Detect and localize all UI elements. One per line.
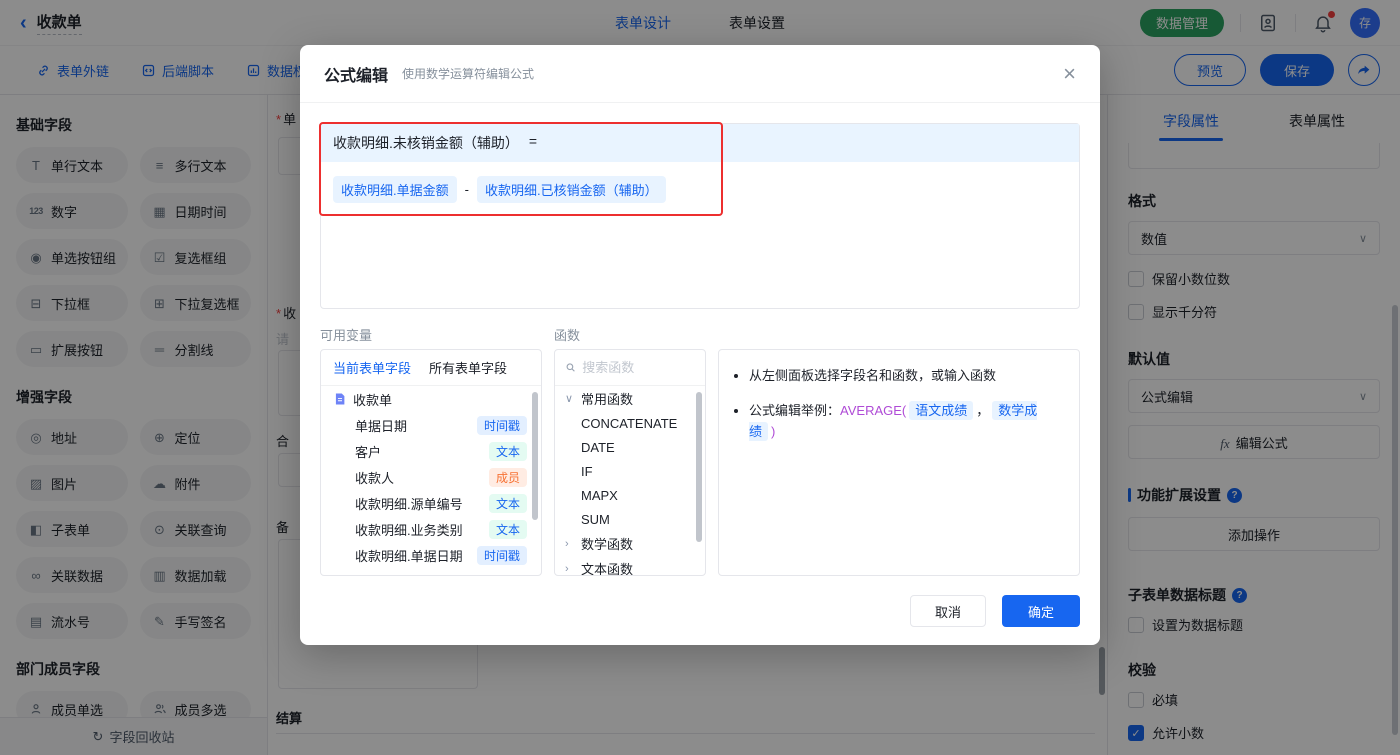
function-group-common[interactable]: ∨ 常用函数 [555,386,705,411]
function-group-math[interactable]: › 数学函数 [555,531,705,556]
modal-footer: 取消 确定 [909,595,1080,627]
type-badge-timestamp: 时间戳 [476,545,527,565]
variables-column: 可用变量 当前表单字段 所有表单字段 收款单 单据日期 时间戳 客户 文本 收款… [320,325,542,576]
modal-title: 公式编辑 [324,67,389,85]
function-item-if[interactable]: IF [555,459,705,483]
function-item-sum[interactable]: SUM [555,507,705,531]
functions-column: 函数 ∨ 常用函数 CONCATENATE DATE IF M [554,325,706,576]
formula-operator: - [464,182,469,197]
variable-row[interactable]: 收款明细.业务类别 文本 [321,516,541,542]
form-doc-icon [333,392,347,406]
functions-scrollbar[interactable] [696,392,702,542]
formula-edit-modal: 公式编辑 使用数学运算符编辑公式 × 收款明细.未核销金额（辅助） = 收款明细… [300,45,1100,645]
chevron-right-icon: › [565,562,569,575]
tab-current-form-fields[interactable]: 当前表单字段 [333,358,411,377]
function-item-mapx[interactable]: MAPX [555,483,705,507]
help-column: 从左侧面板选择字段名和函数，或输入函数 公式编辑举例：AVERAGE(语文成绩，… [718,325,1080,576]
type-badge-text: 文本 [488,493,527,513]
variable-row[interactable]: 收款人 成员 [321,464,541,490]
variable-row[interactable]: 收款明细.单据日期 时间戳 [321,542,541,568]
help-panel: 从左侧面板选择字段名和函数，或输入函数 公式编辑举例：AVERAGE(语文成绩，… [718,349,1080,576]
formula-equals: = [528,133,538,149]
variable-row[interactable]: 收款明细.源单编号 文本 [321,490,541,516]
example-function-open: AVERAGE( [840,402,907,418]
variable-tree-root[interactable]: 收款单 [321,386,541,412]
variables-tabs: 当前表单字段 所有表单字段 [321,350,541,386]
variables-scrollbar[interactable] [532,392,538,520]
chevron-down-icon: ∨ [565,393,574,405]
help-tip-2: 公式编辑举例：AVERAGE(语文成绩，数学成绩) [749,400,1063,443]
functions-label: 函数 [554,328,581,343]
type-badge-text: 文本 [488,441,527,461]
functions-panel: ∨ 常用函数 CONCATENATE DATE IF MAPX SUM › 数学… [554,349,706,576]
app-screen: ‹ 收款单 表单设计 表单设置 数据管理 存 表单外链 后端脚本 数据权限 预览… [0,0,1400,755]
help-tip-1: 从左侧面板选择字段名和函数，或输入函数 [749,366,1063,387]
search-icon [566,363,575,372]
type-badge-member: 成员 [488,467,527,487]
modal-header: 公式编辑 使用数学运算符编辑公式 × [300,45,1100,103]
cancel-button[interactable]: 取消 [909,595,986,627]
modal-subtitle: 使用数学运算符编辑公式 [402,67,535,81]
modal-columns: 可用变量 当前表单字段 所有表单字段 收款单 单据日期 时间戳 客户 文本 收款… [320,325,1080,576]
formula-token-operand1[interactable]: 收款明细.单据金额 [333,176,457,203]
formula-target: 收款明细.未核销金额（辅助） [333,135,519,151]
variables-label: 可用变量 [320,328,373,343]
formula-result-line: 收款明细.未核销金额（辅助） = [321,124,1079,162]
function-search [555,350,705,386]
example-function-close: ) [771,423,776,439]
chevron-right-icon: › [565,537,569,550]
type-badge-text: 文本 [488,519,527,539]
function-group-text[interactable]: › 文本函数 [555,556,705,575]
help-tips: 从左侧面板选择字段名和函数，或输入函数 公式编辑举例：AVERAGE(语文成绩，… [719,350,1079,442]
tab-all-form-fields[interactable]: 所有表单字段 [429,358,507,377]
confirm-button[interactable]: 确定 [1001,595,1080,627]
function-item-concatenate[interactable]: CONCATENATE [555,411,705,435]
close-icon[interactable]: × [1063,62,1076,85]
function-item-date[interactable]: DATE [555,435,705,459]
variables-panel: 当前表单字段 所有表单字段 收款单 单据日期 时间戳 客户 文本 收款人 成员 … [320,349,542,576]
variable-row[interactable]: 单据日期 时间戳 [321,412,541,438]
function-search-input[interactable] [582,360,695,375]
formula-editor[interactable]: 收款明细.未核销金额（辅助） = 收款明细.单据金额 - 收款明细.已核销金额（… [319,122,1080,309]
modal-body: 收款明细.未核销金额（辅助） = 收款明细.单据金额 - 收款明细.已核销金额（… [300,103,1100,596]
formula-token-operand2[interactable]: 收款明细.已核销金额（辅助） [476,176,666,203]
formula-expression-line: 收款明细.单据金额 - 收款明细.已核销金额（辅助） [321,162,1079,217]
type-badge-timestamp: 时间戳 [476,415,527,435]
example-arg-1: 语文成绩 [909,400,974,420]
variable-row[interactable]: 客户 文本 [321,438,541,464]
